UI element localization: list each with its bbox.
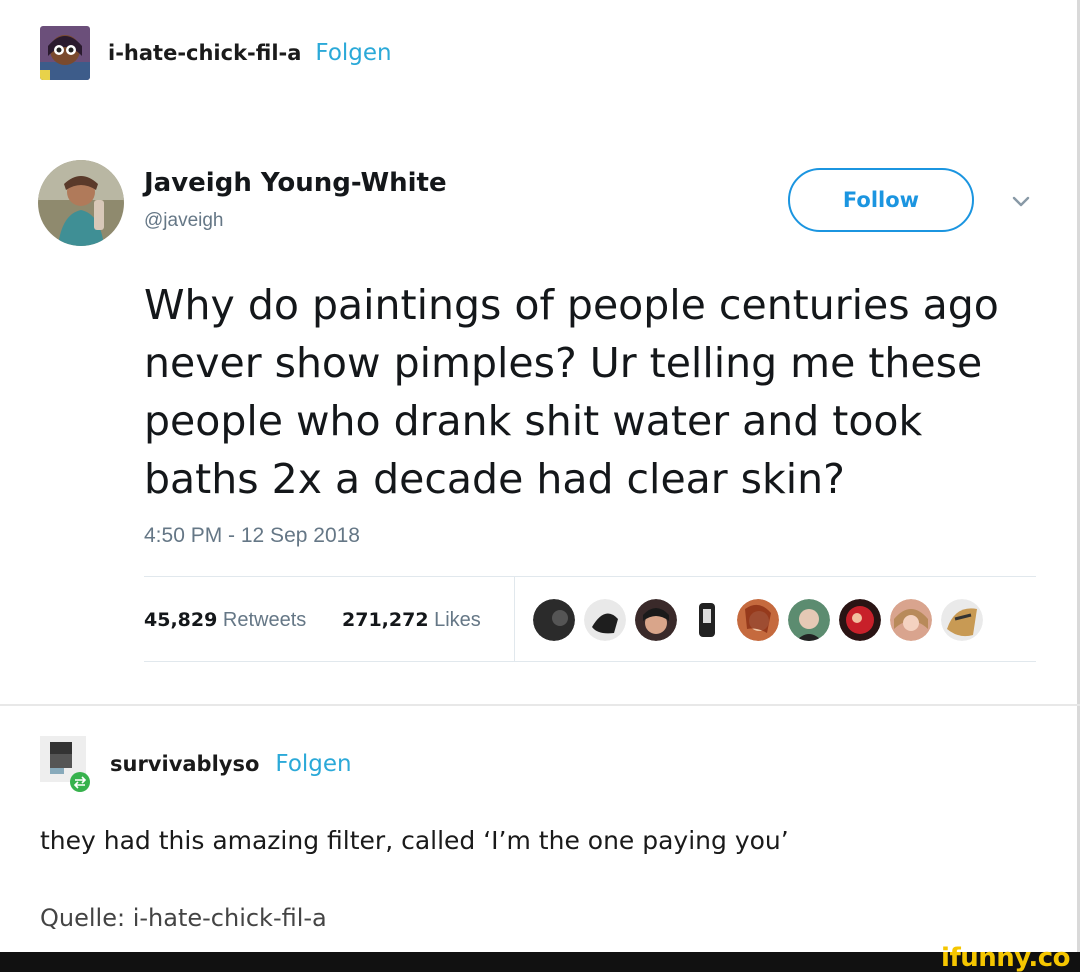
tweet-author-avatar[interactable] — [38, 160, 124, 246]
liker-avatar[interactable] — [635, 599, 677, 641]
source-label: Quelle: — [40, 904, 126, 932]
reblogger-follow-link[interactable]: Folgen — [275, 751, 351, 777]
bottom-bar — [0, 952, 1080, 972]
liker-avatar[interactable] — [533, 599, 575, 641]
source-link[interactable]: i-hate-chick-fil-a — [133, 904, 327, 932]
liker-avatar[interactable] — [941, 599, 983, 641]
tweet-display-name[interactable]: Javeigh Young-White — [144, 168, 447, 198]
watermark-logo: ifunny.co — [941, 943, 1070, 972]
twitter-follow-button[interactable]: Follow — [788, 168, 974, 232]
reblogger-username[interactable]: survivablyso — [110, 752, 259, 776]
likes-count: 271,272 — [342, 609, 429, 631]
reblog-comment: they had this amazing filter, called ‘I’… — [40, 826, 789, 855]
liker-avatar[interactable] — [839, 599, 881, 641]
reblogger-avatar[interactable] — [40, 736, 90, 792]
liker-avatars — [524, 599, 983, 641]
liker-avatar[interactable] — [737, 599, 779, 641]
tweet-handle[interactable]: @javeigh — [144, 210, 224, 232]
follow-link[interactable]: Folgen — [315, 40, 391, 66]
retweets-stat[interactable]: 45,829 Retweets — [144, 609, 306, 632]
tweet-stats: 45,829 Retweets 271,272 Likes — [144, 576, 1036, 662]
liker-avatar[interactable] — [890, 599, 932, 641]
liker-avatar[interactable] — [584, 599, 626, 641]
retweets-label: Retweets — [222, 609, 307, 631]
stats-divider — [514, 577, 515, 662]
likes-label: Likes — [434, 609, 481, 631]
blog-avatar[interactable] — [40, 26, 90, 80]
tweet-timestamp[interactable]: 4:50 PM - 12 Sep 2018 — [144, 524, 360, 548]
blog-username[interactable]: i-hate-chick-fil-a — [108, 41, 301, 65]
chevron-down-icon[interactable] — [1010, 190, 1032, 212]
likes-stat[interactable]: 271,272 Likes — [342, 609, 481, 632]
retweets-count: 45,829 — [144, 609, 218, 631]
source-attribution: Quelle: i-hate-chick-fil-a — [40, 904, 327, 932]
liker-avatar[interactable] — [788, 599, 830, 641]
reblog-header: survivablyso Folgen — [40, 736, 352, 792]
tweet-text: Why do paintings of people centuries ago… — [144, 281, 999, 503]
liker-avatar[interactable] — [686, 599, 728, 641]
post-header: i-hate-chick-fil-a Folgen — [40, 26, 392, 80]
divider — [0, 704, 1080, 706]
